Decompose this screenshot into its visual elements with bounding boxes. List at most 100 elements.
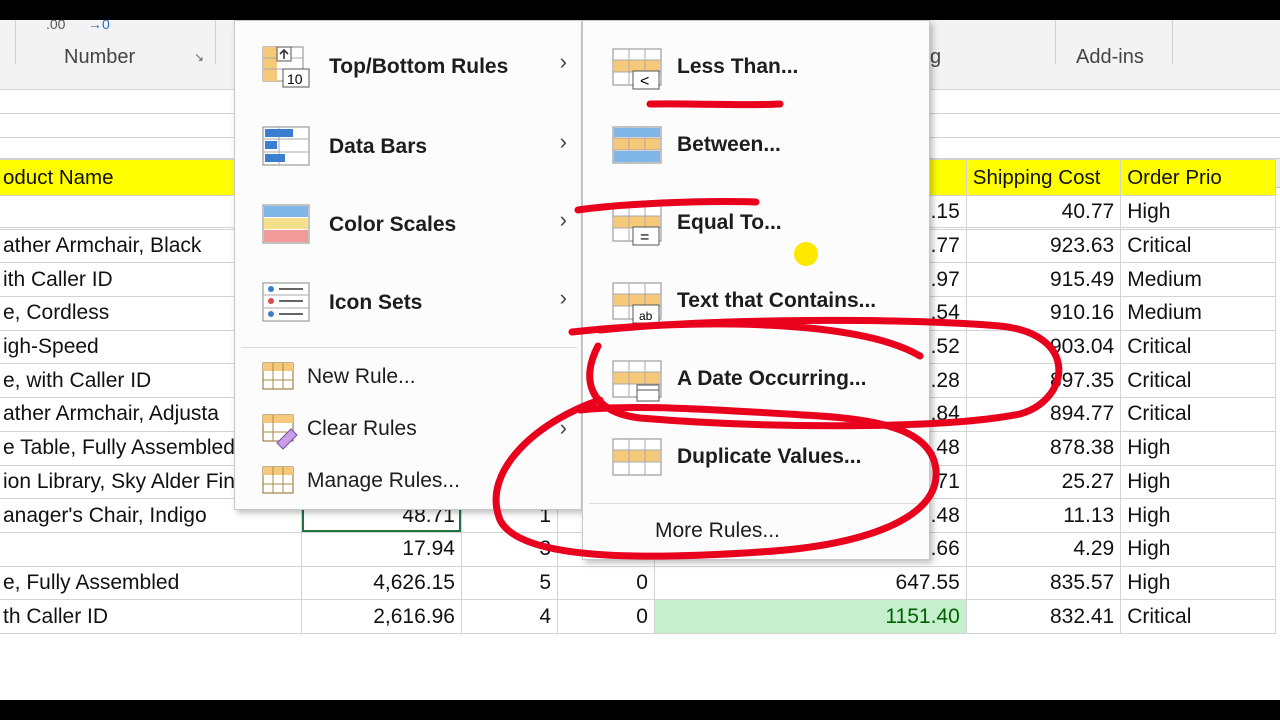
table-cell[interactable]: Critical <box>1120 397 1276 432</box>
menu-separator <box>589 503 925 504</box>
table-cell[interactable]: 897.35 <box>965 363 1122 399</box>
table-cell[interactable]: 11.13 <box>965 498 1122 533</box>
table-cell[interactable]: 40.77 <box>965 195 1122 230</box>
table-cell[interactable]: High <box>1120 498 1276 533</box>
table-cell[interactable]: 2,616.96 <box>301 599 462 634</box>
table-cell[interactable]: th Caller ID <box>0 599 303 634</box>
table-cell[interactable]: 1151.40 <box>653 599 967 634</box>
chevron-right-icon: › <box>559 415 567 440</box>
table-row: th Caller ID 2,616.96 4 0 1151.40 832.41 Criti… <box>0 599 1276 634</box>
menu-item-label: Less Than... <box>677 55 799 78</box>
menu-item-label: Color Scales <box>329 213 457 236</box>
menu-item-label: Data Bars <box>329 135 428 158</box>
text-contains-icon: ab <box>611 281 663 330</box>
table-cell[interactable]: Medium <box>1120 296 1276 331</box>
between-icon <box>611 125 663 174</box>
menu-item-clear-rules[interactable]: Clear Rules › <box>235 407 581 453</box>
table-cell[interactable]: 894.77 <box>965 397 1122 432</box>
header-cell[interactable]: Shipping Cost <box>965 159 1122 196</box>
table-cell[interactable]: 903.04 <box>965 329 1122 365</box>
table-cell[interactable]: 3 <box>460 531 559 567</box>
conditional-formatting-menu: 10 Top/Bottom Rules › Data Bars › Color Scale… <box>234 20 582 510</box>
less-than-icon: < <box>611 47 663 96</box>
submenu-item-date-occurring[interactable]: A Date Occurring... <box>583 347 929 419</box>
submenu-item-equal-to[interactable]: = Equal To... <box>583 191 929 263</box>
menu-separator <box>241 347 577 348</box>
table-cell[interactable]: 5 <box>460 565 559 601</box>
table-cell[interactable]: 0 <box>557 565 655 601</box>
menu-item-label: Icon Sets <box>329 291 423 314</box>
date-occurring-icon <box>611 359 663 408</box>
table-cell[interactable]: High <box>1120 195 1276 230</box>
table-cell[interactable]: High <box>1120 430 1276 466</box>
chevron-right-icon: › <box>559 207 567 232</box>
table-cell[interactable]: e, Fully Assembled <box>0 565 303 601</box>
table-cell[interactable]: 25.27 <box>965 464 1122 500</box>
dialog-launcher-icon[interactable]: ↘ <box>194 50 204 64</box>
table-row: e, Fully Assembled 4,626.15 5 0 647.55 835.57… <box>0 565 1276 601</box>
menu-item-top-bottom-rules[interactable]: 10 Top/Bottom Rules › <box>235 33 581 105</box>
new-rule-icon <box>253 355 305 404</box>
menu-item-label: More Rules... <box>655 519 780 542</box>
table-cell[interactable]: High <box>1120 531 1276 567</box>
clear-rules-icon <box>253 407 305 456</box>
table-cell[interactable]: 923.63 <box>965 228 1122 264</box>
ribbon-divider <box>15 20 16 64</box>
table-cell[interactable]: 835.57 <box>965 565 1122 601</box>
equal-to-icon: = <box>611 203 663 252</box>
table-cell[interactable]: 4,626.15 <box>301 565 462 601</box>
manage-rules-icon <box>253 459 305 508</box>
table-cell[interactable]: 647.55 <box>653 565 967 601</box>
menu-item-label: Duplicate Values... <box>677 445 862 468</box>
table-cell[interactable]: Medium <box>1120 262 1276 298</box>
menu-item-icon-sets[interactable]: Icon Sets › <box>235 269 581 341</box>
submenu-item-text-contains[interactable]: ab Text that Contains... <box>583 269 929 341</box>
table-cell[interactable]: 4 <box>460 599 559 634</box>
ribbon-divider <box>1172 20 1173 64</box>
menu-item-manage-rules[interactable]: Manage Rules... <box>235 459 581 505</box>
table-cell[interactable] <box>0 531 303 567</box>
menu-item-label: New Rule... <box>307 365 416 388</box>
table-cell[interactable]: 878.38 <box>965 430 1122 466</box>
table-cell[interactable]: 915.49 <box>965 262 1122 298</box>
menu-item-label: Between... <box>677 133 781 156</box>
menu-item-new-rule[interactable]: New Rule... <box>235 355 581 401</box>
table-cell[interactable]: Critical <box>1120 599 1276 634</box>
data-bars-icon <box>261 125 313 174</box>
excel-window: .00 →0 Number ↘ g Add-ins H M N oduct Na… <box>0 20 1280 700</box>
menu-item-color-scales[interactable]: Color Scales › <box>235 191 581 263</box>
table-cell[interactable]: Critical <box>1120 329 1276 365</box>
menu-item-label: Clear Rules <box>307 417 417 440</box>
menu-item-label: Manage Rules... <box>307 469 460 492</box>
color-scales-icon <box>261 203 313 252</box>
menu-item-data-bars[interactable]: Data Bars › <box>235 113 581 185</box>
table-cell[interactable]: 0 <box>557 599 655 634</box>
duplicate-values-icon <box>611 437 663 486</box>
table-cell[interactable]: High <box>1120 565 1276 601</box>
ribbon-divider <box>215 20 216 64</box>
table-cell[interactable]: 17.94 <box>301 531 462 567</box>
table-cell[interactable]: 832.41 <box>965 599 1122 634</box>
table-cell[interactable]: 910.16 <box>965 296 1122 331</box>
submenu-item-duplicate-values[interactable]: Duplicate Values... <box>583 425 929 497</box>
table-cell[interactable]: High <box>1120 464 1276 500</box>
chevron-right-icon: › <box>559 49 567 74</box>
highlight-cells-rules-submenu: < Less Than... Between... = Equal To... ab Tex… <box>582 20 930 560</box>
menu-item-label: Equal To... <box>677 211 782 234</box>
table-cell[interactable]: Critical <box>1120 363 1276 399</box>
submenu-item-less-than[interactable]: < Less Than... <box>583 35 929 107</box>
table-cell[interactable]: Critical <box>1120 228 1276 264</box>
addins-group-label: Add-ins <box>1076 46 1144 68</box>
chevron-right-icon: › <box>559 129 567 154</box>
table-cell[interactable]: 4.29 <box>965 531 1122 567</box>
submenu-item-more-rules[interactable]: More Rules... <box>583 509 929 555</box>
decrease-decimal-label[interactable]: .00 <box>46 20 65 32</box>
svg-text:ab: ab <box>639 309 653 323</box>
header-cell[interactable]: Order Prio <box>1120 159 1276 196</box>
menu-item-label: A Date Occurring... <box>677 367 867 390</box>
increase-decimal-label[interactable]: →0 <box>88 20 110 32</box>
menu-item-label: Text that Contains... <box>677 289 877 312</box>
ribbon-divider <box>1055 20 1056 64</box>
submenu-item-between[interactable]: Between... <box>583 113 929 185</box>
icon-sets-icon <box>261 281 313 330</box>
